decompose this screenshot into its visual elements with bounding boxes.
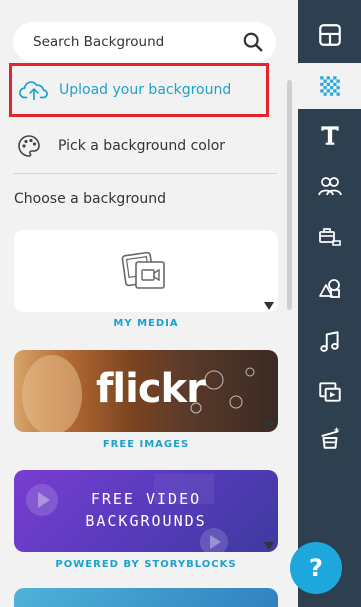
upload-background-button[interactable]: Upload your background (9, 63, 269, 117)
pick-color-label: Pick a background color (58, 138, 226, 154)
card-menu-arrow[interactable] (264, 302, 274, 310)
cloud-upload-icon (19, 81, 48, 101)
props-icon (318, 228, 341, 246)
tool-layout[interactable] (298, 15, 361, 55)
tool-shapes[interactable] (298, 268, 361, 308)
section-title: Choose a background (14, 191, 166, 207)
media-icon (121, 251, 165, 289)
free-video-card[interactable]: FREE VIDEO BACKGROUNDS (14, 470, 278, 552)
tool-background[interactable] (298, 63, 361, 109)
panel-scrollbar[interactable] (287, 80, 292, 310)
right-toolbar (298, 0, 361, 607)
free-video-text: FREE VIDEO (90, 490, 202, 508)
layout-icon (318, 24, 341, 46)
pick-color-button[interactable]: Pick a background color (17, 132, 277, 160)
music-icon (319, 331, 339, 352)
tool-video[interactable] (298, 372, 361, 412)
tool-text[interactable] (298, 115, 361, 155)
search-input[interactable] (33, 32, 233, 52)
characters-icon (317, 177, 342, 196)
background-panel: Upload your background Pick a background… (0, 0, 298, 607)
my-media-caption: MY MEDIA (113, 318, 179, 329)
backgrounds-text: BACKGROUNDS (85, 512, 207, 530)
my-media-card[interactable] (14, 230, 278, 312)
free-images-card[interactable]: flickr (14, 350, 278, 432)
shapes-icon (318, 279, 340, 298)
upload-background-label: Upload your background (59, 82, 232, 98)
search-box[interactable] (13, 22, 276, 62)
tool-characters[interactable] (298, 166, 361, 206)
tool-effects[interactable] (298, 418, 361, 458)
next-background-card[interactable] (14, 588, 278, 607)
divider (13, 173, 277, 174)
free-images-caption: FREE IMAGES (102, 439, 190, 450)
background-icon (319, 76, 340, 96)
search-icon[interactable] (242, 31, 264, 53)
video-icon (318, 382, 341, 402)
tool-props[interactable] (298, 216, 361, 256)
card-menu-arrow[interactable] (264, 542, 274, 550)
card-menu-arrow[interactable] (264, 422, 274, 430)
tool-music[interactable] (298, 322, 361, 362)
storyblocks-caption: POWERED BY STORYBLOCKS (55, 559, 237, 570)
flickr-logo-text: flickr (96, 366, 206, 412)
effects-icon (320, 427, 340, 449)
text-icon (320, 126, 339, 145)
help-button[interactable]: ? (290, 542, 342, 594)
palette-icon (18, 135, 40, 157)
